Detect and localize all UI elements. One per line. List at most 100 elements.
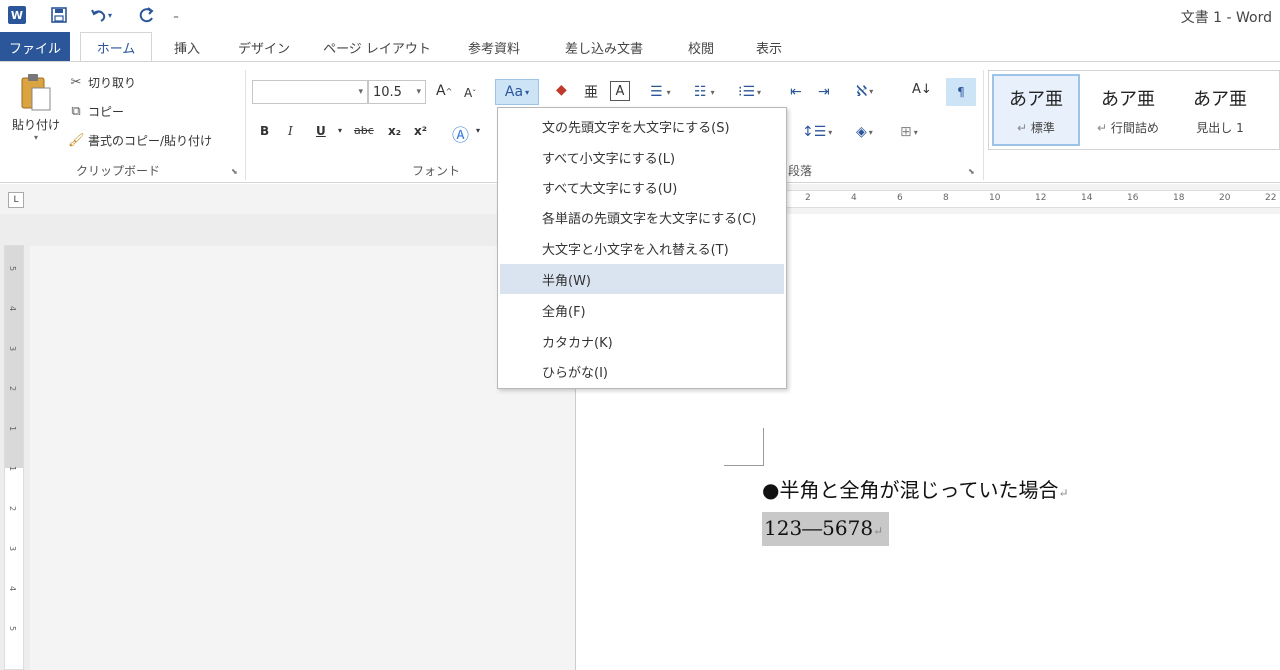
borders-icon[interactable]: ⊞ ▾ — [900, 124, 918, 140]
ruler-tick-label: 22 — [1265, 193, 1277, 203]
chevron-down-icon[interactable]: ▾ — [476, 126, 480, 135]
tab-mailings[interactable]: 差し込み文書 — [548, 32, 660, 62]
paste-label: 貼り付け — [11, 118, 60, 132]
font-size-value: 10.5 — [373, 84, 402, 100]
menu-item-hiragana[interactable]: ひらがな(I) — [500, 356, 784, 386]
tab-insert[interactable]: 挿入 — [160, 32, 214, 62]
tab-view[interactable]: 表示 — [740, 32, 798, 62]
shrink-font-button[interactable]: Aˇ — [464, 86, 476, 100]
ruler-tick-label: 6 — [897, 193, 903, 203]
character-border-icon[interactable]: A — [610, 81, 630, 101]
vertical-ruler-tick-label: 3 — [8, 345, 18, 352]
tab-selector[interactable]: L — [8, 192, 24, 208]
asian-layout-icon[interactable]: ℵ ▾ — [856, 82, 873, 100]
vertical-ruler-tick-label: 4 — [8, 585, 18, 592]
decrease-indent-icon[interactable]: ⇤ — [790, 84, 802, 100]
superscript-button[interactable]: x² — [414, 124, 427, 138]
customize-qat-icon[interactable]: ₌ — [168, 4, 184, 26]
change-case-menu: 文の先頭文字を大文字にする(S) すべて小文字にする(L) すべて大文字にする(… — [497, 107, 787, 389]
cut-button[interactable]: ✂ 切り取り — [68, 74, 136, 91]
style-name: 標準 — [1030, 120, 1055, 135]
document-line-2-selected[interactable]: 123―5678↵ — [762, 512, 890, 546]
menu-item-sentence-case[interactable]: 文の先頭文字を大文字にする(S) — [500, 111, 784, 141]
line-1-text: ●半角と全角が混じっていた場合 — [762, 478, 1059, 502]
text-effects-icon[interactable]: Ⓐ — [452, 121, 469, 146]
tab-design[interactable]: デザイン — [228, 32, 300, 62]
style-heading-1[interactable]: あア亜 見出し 1 — [1176, 74, 1264, 146]
vertical-ruler-tick-label: 1 — [8, 465, 18, 472]
menu-item-uppercase[interactable]: すべて大文字にする(U) — [500, 172, 784, 202]
subscript-button[interactable]: x₂ — [388, 124, 401, 138]
menu-item-capitalize-each-word[interactable]: 各単語の先頭文字を大文字にする(C) — [500, 202, 784, 232]
increase-indent-icon[interactable]: ⇥ — [818, 84, 830, 100]
vertical-ruler-tick-label: 1 — [8, 425, 18, 432]
sort-icon[interactable]: A↓ — [912, 82, 932, 97]
underline-button[interactable]: U — [316, 124, 326, 138]
grow-font-button[interactable]: A ^ — [436, 83, 452, 99]
tab-file[interactable]: ファイル — [0, 32, 70, 62]
ruler-tick-label: 16 — [1127, 193, 1139, 203]
menu-item-toggle-case[interactable]: 大文字と小文字を入れ替える(T) — [500, 233, 784, 263]
italic-button[interactable]: I — [288, 124, 293, 138]
shading-icon[interactable]: ◈ ▾ — [856, 124, 873, 140]
redo-icon[interactable] — [136, 4, 158, 26]
paragraph-launcher-icon[interactable]: ⬊ — [968, 167, 975, 176]
chevron-down-icon: ▾ — [416, 87, 421, 97]
undo-icon[interactable]: ▾ — [84, 4, 118, 26]
scissors-icon: ✂ — [70, 74, 82, 90]
style-preview: あア亜 — [1101, 88, 1155, 110]
show-marks-icon[interactable]: ¶ — [946, 78, 976, 106]
ruler-tick-label: 10 — [989, 193, 1001, 203]
vertical-ruler-tick-label: 2 — [8, 385, 18, 392]
grow-font-icon: A — [436, 83, 446, 99]
format-painter-label: 書式のコピー/貼り付け — [88, 134, 213, 148]
change-case-button[interactable]: Aa ▾ — [495, 79, 539, 105]
menu-item-half-width[interactable]: 半角(W) — [500, 264, 784, 294]
ruler-tick-label: 14 — [1081, 193, 1093, 203]
clipboard-launcher-icon[interactable]: ⬊ — [231, 167, 238, 176]
tab-home[interactable]: ホーム — [80, 32, 152, 62]
paste-button[interactable]: 貼り付け ▾ — [10, 72, 62, 152]
tab-page-layout[interactable]: ページ レイアウト — [312, 32, 442, 62]
menu-item-lowercase[interactable]: すべて小文字にする(L) — [500, 142, 784, 172]
word-app-icon[interactable]: W — [8, 6, 26, 24]
style-name: 見出し 1 — [1196, 120, 1244, 135]
style-no-spacing[interactable]: あア亜 ↵ 行間詰め — [1084, 74, 1172, 146]
change-case-icon: Aa — [504, 84, 524, 100]
paragraph-mark: ↵ — [1058, 486, 1069, 500]
multilevel-list-icon[interactable]: ⁝☰ ▾ — [738, 84, 761, 100]
style-normal[interactable]: あア亜 ↵ 標準 — [992, 74, 1080, 146]
ruler-tick-label: 18 — [1173, 193, 1185, 203]
copy-icon: ⧉ — [71, 103, 81, 119]
copy-label: コピー — [88, 105, 125, 119]
page-margin-area — [30, 246, 575, 670]
tab-review[interactable]: 校閲 — [670, 32, 732, 62]
vertical-ruler-tick-label: 4 — [8, 305, 18, 312]
font-name-combo[interactable]: ▾ — [252, 80, 368, 104]
menu-item-full-width[interactable]: 全角(F) — [500, 295, 784, 325]
ruler-tick-label: 4 — [851, 193, 857, 203]
group-divider — [983, 70, 984, 180]
strikethrough-button[interactable]: abc — [354, 124, 374, 137]
numbering-icon[interactable]: ☷ ▾ — [694, 84, 715, 100]
line-2-text: 123―5678 — [764, 516, 874, 540]
paste-icon — [21, 74, 51, 111]
save-icon[interactable] — [48, 4, 70, 26]
chevron-down-icon[interactable]: ▾ — [338, 126, 342, 135]
bullets-icon[interactable]: ☰ ▾ — [650, 84, 671, 100]
document-line-1[interactable]: ●半角と全角が混じっていた場合↵ — [762, 474, 1069, 503]
copy-button[interactable]: ⧉ コピー — [68, 103, 124, 120]
window-title: 文書 1 - Word — [1180, 10, 1272, 26]
font-size-combo[interactable]: 10.5 ▾ — [368, 80, 426, 104]
shrink-font-icon: A — [464, 86, 473, 100]
line-spacing-icon[interactable]: ↕☰ ▾ — [802, 124, 832, 140]
vertical-ruler-tick-label: 5 — [8, 265, 18, 272]
tab-references[interactable]: 参考資料 — [452, 32, 536, 62]
vertical-ruler-tick-label: 5 — [8, 625, 18, 632]
bold-button[interactable]: B — [260, 124, 269, 138]
menu-item-katakana[interactable]: カタカナ(K) — [500, 326, 784, 356]
phonetic-guide-icon[interactable]: 亜 — [584, 82, 598, 102]
clear-formatting-icon[interactable]: ◆ — [556, 82, 567, 98]
font-group-label: フォント — [412, 164, 461, 178]
format-painter-button[interactable]: 🖌 書式のコピー/貼り付け — [68, 132, 212, 149]
